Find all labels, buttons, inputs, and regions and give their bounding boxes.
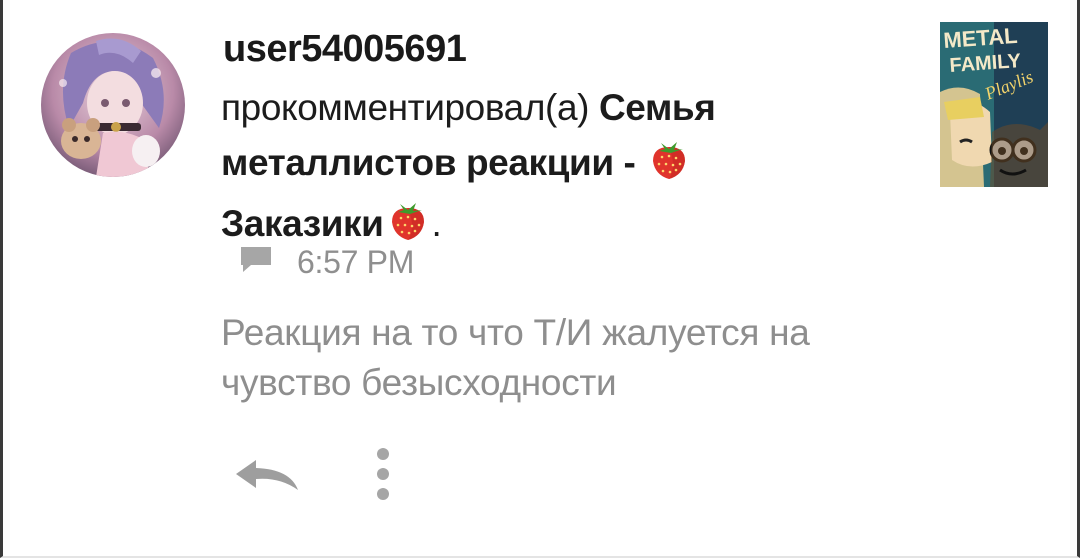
reply-button[interactable]	[231, 449, 303, 503]
timestamp: 6:57 PM	[297, 244, 415, 280]
notification-card[interactable]: user54005691 прокомментировал(а) Семья м…	[0, 0, 1080, 558]
thumbnail-title-line1: METAL	[943, 23, 1019, 53]
post-title-part2: Заказики	[221, 203, 384, 244]
action-label: прокомментировал(а)	[221, 87, 590, 128]
strawberry-icon	[647, 137, 691, 196]
user-avatar[interactable]	[41, 33, 185, 177]
avatar-image	[41, 33, 185, 177]
comment-meta: 6:57 PM	[239, 244, 414, 281]
post-thumbnail[interactable]: METAL FAMILY Playlis	[940, 22, 1048, 187]
action-bar	[231, 446, 403, 506]
more-options-button[interactable]	[363, 446, 403, 506]
reply-arrow-icon	[232, 456, 302, 497]
trailing-period: .	[431, 203, 442, 244]
comment-text: Реакция на то что Т/И жалуется на чувств…	[221, 312, 810, 403]
activity-text: прокомментировал(а) Семья металлистов ре…	[221, 80, 841, 257]
username[interactable]: user54005691	[223, 28, 467, 71]
more-vertical-icon	[375, 447, 391, 506]
chat-bubble-icon	[239, 245, 273, 280]
thumbnail-image: METAL FAMILY Playlis	[940, 22, 1048, 187]
